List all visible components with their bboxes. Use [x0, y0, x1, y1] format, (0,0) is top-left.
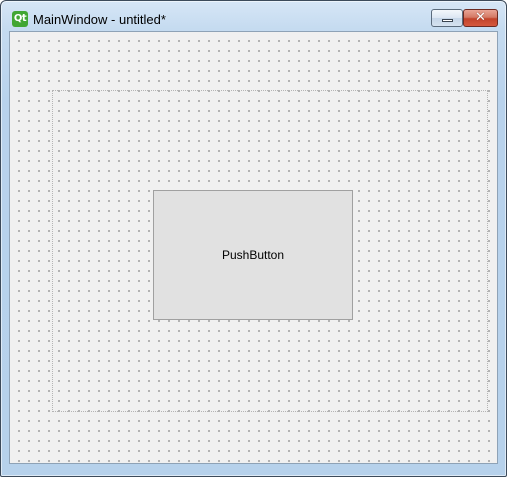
window-title: MainWindow - untitled* — [33, 12, 166, 27]
minimize-button[interactable] — [431, 9, 463, 27]
close-icon: ✕ — [475, 10, 486, 25]
close-button[interactable]: ✕ — [463, 9, 498, 27]
push-button[interactable]: PushButton — [153, 190, 353, 320]
designer-main-window: Qt MainWindow - untitled* ✕ PushButton — [0, 0, 507, 477]
title-bar[interactable]: Qt MainWindow - untitled* ✕ — [1, 1, 506, 31]
minimize-icon — [442, 19, 453, 22]
qt-logo-icon: Qt — [12, 11, 28, 27]
push-button-label: PushButton — [221, 248, 285, 262]
form-canvas[interactable]: PushButton — [9, 31, 498, 464]
